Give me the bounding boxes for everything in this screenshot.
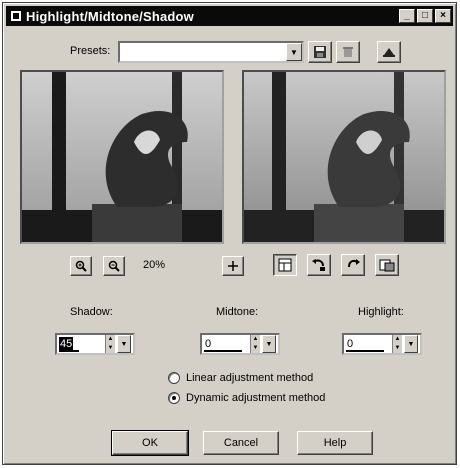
delete-preset-button[interactable]	[336, 41, 360, 63]
highlight-spinner[interactable]: ▲ ▼	[392, 335, 402, 353]
preview-after[interactable]	[242, 70, 446, 244]
move-cross-icon	[228, 261, 238, 271]
dynamic-method-label: Dynamic adjustment method	[186, 392, 326, 404]
shadow-spinbox[interactable]: ▲▼ ▼	[55, 333, 135, 355]
highlight-input[interactable]	[346, 337, 396, 351]
radio-button[interactable]	[168, 392, 180, 404]
presets-label: Presets:	[70, 45, 111, 57]
midtone-spinner[interactable]: ▲ ▼	[250, 335, 260, 353]
shadow-spinner[interactable]: ▲ ▼	[105, 335, 115, 353]
save-preset-button[interactable]	[308, 41, 332, 63]
close-button[interactable]: ×	[435, 9, 451, 23]
auto-proof-button[interactable]	[375, 254, 399, 276]
window-title: Highlight/Midtone/Shadow	[26, 8, 194, 24]
dynamic-method-radio[interactable]: Dynamic adjustment method	[168, 392, 325, 404]
zoom-out-button[interactable]	[103, 256, 125, 276]
zoom-level: 20%	[143, 259, 166, 271]
zoom-in-icon	[75, 260, 87, 272]
undo-icon	[312, 259, 325, 271]
auto-proof-icon	[379, 259, 395, 272]
delete-icon	[343, 47, 353, 57]
cancel-button[interactable]: Cancel	[203, 431, 279, 455]
midtone-spinbox[interactable]: ▲▼ ▼	[200, 333, 280, 355]
pan-button[interactable]	[222, 256, 244, 276]
title-bar[interactable]: Highlight/Midtone/Shadow _ □ ×	[6, 6, 453, 26]
undo-button[interactable]	[307, 254, 331, 276]
shadow-input[interactable]	[59, 337, 73, 351]
linear-method-label: Linear adjustment method	[186, 372, 314, 384]
proof-button[interactable]	[273, 254, 297, 276]
highlight-label: Highlight:	[358, 306, 404, 318]
presets-dropdown[interactable]: ▼	[118, 41, 304, 63]
chevron-down-icon[interactable]: ▼	[286, 43, 302, 61]
chevron-down-icon[interactable]: ▼	[262, 335, 276, 353]
ok-button[interactable]: OK	[111, 430, 189, 456]
preview-before[interactable]	[20, 70, 224, 244]
chevron-down-icon[interactable]: ▼	[404, 335, 418, 353]
radio-button[interactable]	[168, 372, 180, 384]
zoom-out-icon	[108, 260, 120, 272]
midtone-input[interactable]	[204, 337, 254, 351]
floppy-disk-icon	[314, 46, 326, 58]
window-icon	[278, 258, 292, 272]
zoom-in-button[interactable]	[70, 256, 92, 276]
app-icon	[9, 9, 23, 23]
maximize-button[interactable]: □	[417, 9, 433, 23]
midtone-level-bar	[204, 350, 242, 352]
chevron-down-icon[interactable]: ▼	[117, 335, 131, 353]
reset-preset-button[interactable]	[377, 41, 401, 63]
redo-button[interactable]	[341, 254, 365, 276]
midtone-label: Midtone:	[216, 306, 259, 318]
shadow-label: Shadow:	[70, 306, 113, 318]
shadow-level-bar	[59, 350, 79, 352]
highlight-spinbox[interactable]: ▲▼ ▼	[342, 333, 422, 355]
highlight-level-bar	[346, 350, 384, 352]
reset-icon	[383, 48, 395, 57]
linear-method-radio[interactable]: Linear adjustment method	[168, 372, 313, 384]
minimize-button[interactable]: _	[399, 9, 415, 23]
redo-icon	[348, 259, 360, 268]
help-button[interactable]: Help	[297, 431, 373, 455]
